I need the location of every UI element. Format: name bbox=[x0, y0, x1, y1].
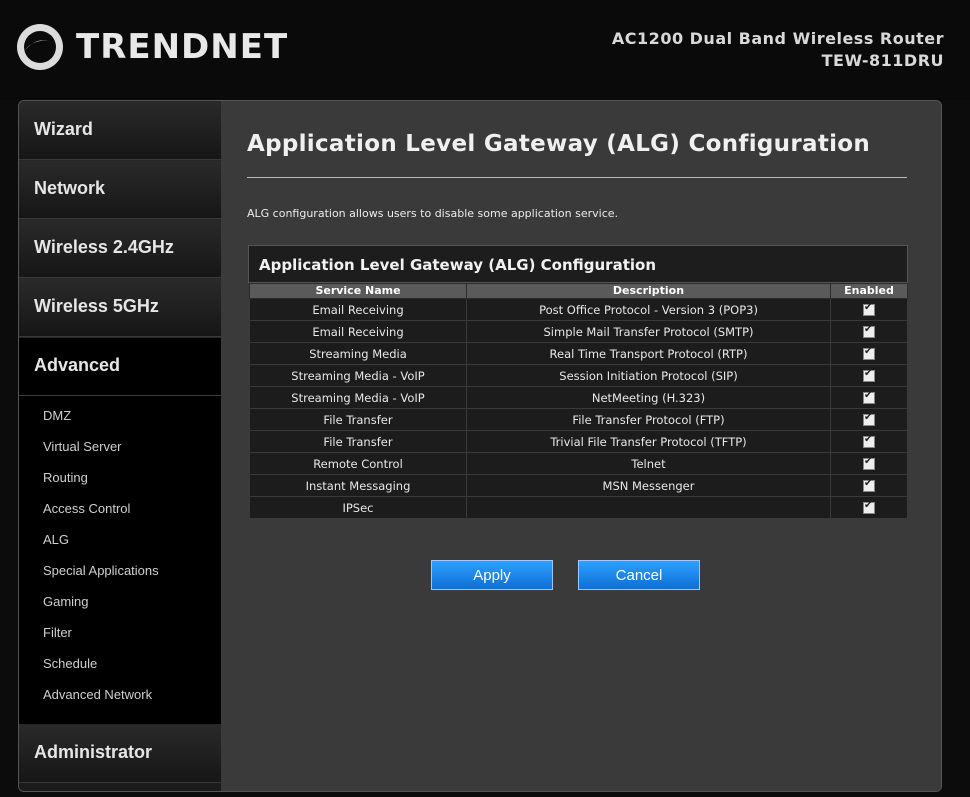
service-name: Instant Messaging bbox=[249, 474, 467, 497]
service-description: Real Time Transport Protocol (RTP) bbox=[466, 342, 831, 365]
submenu-routing[interactable]: Routing bbox=[19, 462, 221, 493]
service-description bbox=[466, 496, 831, 519]
service-name: Streaming Media - VoIP bbox=[249, 386, 467, 409]
table-body: Email Receiving Post Office Protocol - Ve… bbox=[249, 298, 908, 519]
trendnet-logo-icon bbox=[17, 24, 63, 70]
header: TRENDNET AC1200 Dual Band Wireless Route… bbox=[0, 0, 970, 100]
service-name: File Transfer bbox=[249, 430, 467, 453]
enabled-checkbox[interactable] bbox=[863, 324, 875, 338]
advanced-submenu: DMZ Virtual Server Routing Access Contro… bbox=[19, 396, 221, 724]
enabled-checkbox[interactable] bbox=[863, 346, 875, 360]
table-row: Streaming Media Real Time Transport Proto… bbox=[249, 342, 908, 365]
nav-wizard[interactable]: Wizard bbox=[19, 101, 221, 160]
nav-network[interactable]: Network bbox=[19, 160, 221, 219]
title-divider bbox=[247, 177, 907, 178]
service-name: Email Receiving bbox=[249, 298, 467, 321]
table-row: IPSec bbox=[249, 496, 908, 519]
submenu-alg[interactable]: ALG bbox=[19, 524, 221, 555]
enabled-checkbox[interactable] bbox=[863, 412, 875, 426]
nav-wireless-5[interactable]: Wireless 5GHz bbox=[19, 278, 221, 337]
table-row: File Transfer File Transfer Protocol (FTP… bbox=[249, 408, 908, 431]
col-service-name: Service Name bbox=[249, 283, 467, 299]
service-description: Session Initiation Protocol (SIP) bbox=[466, 364, 831, 387]
page-description: ALG configuration allows users to disabl… bbox=[247, 207, 619, 220]
service-name: Streaming Media - VoIP bbox=[249, 364, 467, 387]
content-area: Application Level Gateway (ALG) Configur… bbox=[221, 101, 941, 791]
service-name: Email Receiving bbox=[249, 320, 467, 343]
service-description: File Transfer Protocol (FTP) bbox=[466, 408, 831, 431]
enabled-checkbox[interactable] bbox=[863, 434, 875, 448]
service-description: Post Office Protocol - Version 3 (POP3) bbox=[466, 298, 831, 321]
table-row: Email Receiving Post Office Protocol - Ve… bbox=[249, 298, 908, 321]
submenu-dmz[interactable]: DMZ bbox=[19, 400, 221, 431]
service-name: File Transfer bbox=[249, 408, 467, 431]
submenu-gaming[interactable]: Gaming bbox=[19, 586, 221, 617]
apply-button[interactable]: Apply bbox=[431, 560, 553, 590]
submenu-special-applications[interactable]: Special Applications bbox=[19, 555, 221, 586]
table-row: Instant Messaging MSN Messenger bbox=[249, 474, 908, 497]
alg-table: Service Name Description Enabled Email R… bbox=[249, 283, 908, 519]
alg-panel: Application Level Gateway (ALG) Configur… bbox=[248, 245, 908, 519]
col-description: Description bbox=[466, 283, 831, 299]
page-title: Application Level Gateway (ALG) Configur… bbox=[247, 131, 871, 157]
service-description: MSN Messenger bbox=[466, 474, 831, 497]
submenu-virtual-server[interactable]: Virtual Server bbox=[19, 431, 221, 462]
sidebar: Wizard Network Wireless 2.4GHz Wireless … bbox=[19, 101, 233, 791]
nav-wireless-24[interactable]: Wireless 2.4GHz bbox=[19, 219, 221, 278]
cancel-button[interactable]: Cancel bbox=[578, 560, 700, 590]
submenu-advanced-network[interactable]: Advanced Network bbox=[19, 679, 221, 710]
col-enabled: Enabled bbox=[830, 283, 908, 299]
brand-name: TRENDNET bbox=[76, 27, 289, 67]
service-description: NetMeeting (H.323) bbox=[466, 386, 831, 409]
service-description: Telnet bbox=[466, 452, 831, 475]
nav-administrator[interactable]: Administrator bbox=[19, 724, 221, 783]
service-description: Trivial File Transfer Protocol (TFTP) bbox=[466, 430, 831, 453]
enabled-checkbox[interactable] bbox=[863, 500, 875, 514]
panel-title: Application Level Gateway (ALG) Configur… bbox=[248, 245, 908, 283]
enabled-checkbox[interactable] bbox=[863, 390, 875, 404]
nav-advanced[interactable]: Advanced bbox=[19, 337, 233, 396]
submenu-access-control[interactable]: Access Control bbox=[19, 493, 221, 524]
enabled-checkbox[interactable] bbox=[863, 302, 875, 316]
service-name: IPSec bbox=[249, 496, 467, 519]
table-row: Remote Control Telnet bbox=[249, 452, 908, 475]
table-row: Streaming Media - VoIP Session Initiation… bbox=[249, 364, 908, 387]
service-description: Simple Mail Transfer Protocol (SMTP) bbox=[466, 320, 831, 343]
submenu-filter[interactable]: Filter bbox=[19, 617, 221, 648]
enabled-checkbox[interactable] bbox=[863, 456, 875, 470]
submenu-schedule[interactable]: Schedule bbox=[19, 648, 221, 679]
table-row: File Transfer Trivial File Transfer Proto… bbox=[249, 430, 908, 453]
table-header-row: Service Name Description Enabled bbox=[249, 283, 908, 299]
model-info: AC1200 Dual Band Wireless Router TEW-811… bbox=[612, 28, 944, 72]
main-frame: Wizard Network Wireless 2.4GHz Wireless … bbox=[18, 100, 942, 792]
model-number: TEW-811DRU bbox=[821, 51, 944, 70]
enabled-checkbox[interactable] bbox=[863, 478, 875, 492]
enabled-checkbox[interactable] bbox=[863, 368, 875, 382]
service-name: Remote Control bbox=[249, 452, 467, 475]
table-row: Streaming Media - VoIP NetMeeting (H.323) bbox=[249, 386, 908, 409]
table-row: Email Receiving Simple Mail Transfer Prot… bbox=[249, 320, 908, 343]
brand-logo: TRENDNET bbox=[14, 20, 288, 74]
service-name: Streaming Media bbox=[249, 342, 467, 365]
model-line: AC1200 Dual Band Wireless Router bbox=[611, 29, 944, 48]
